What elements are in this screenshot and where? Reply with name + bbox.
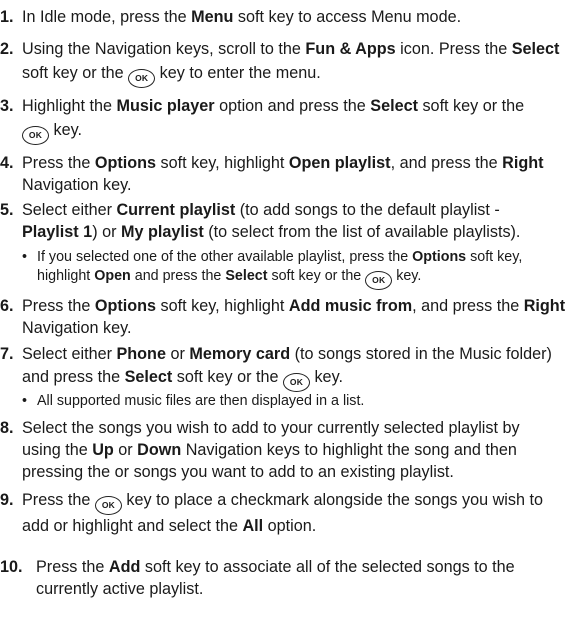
step-text: Press the OK key to place a checkmark al… — [22, 491, 543, 535]
bullet: • — [22, 393, 28, 409]
ok-key-icon: OK — [94, 496, 122, 515]
sub-bullet-text: All supported music files are then displ… — [37, 393, 365, 409]
step-number: 8. — [0, 419, 14, 437]
step-number: 9. — [0, 491, 14, 509]
step-text: Using the Navigation keys, scroll to the… — [22, 38, 582, 88]
step-text: Highlight the Music player option and pr… — [22, 95, 582, 145]
sub-bullet-text: If you selected one of the other availab… — [37, 248, 582, 290]
step-number: 7. — [0, 345, 14, 363]
step-text: Select either Current playlist (to add s… — [22, 201, 521, 241]
step-text: Press the Options soft key, highlight Ad… — [22, 297, 566, 337]
step-number: 2. — [0, 40, 14, 58]
step-number: 4. — [0, 154, 14, 172]
ok-key-icon: OK — [365, 271, 393, 290]
bullet: • — [22, 249, 28, 265]
step-text: Select either Phone or Memory card (to s… — [22, 343, 582, 392]
step-number: 5. — [0, 201, 14, 219]
step-number: 3. — [0, 97, 14, 115]
step-text: Press the Options soft key, highlight Op… — [22, 154, 544, 194]
step-number: 6. — [0, 297, 14, 315]
step-number: 10. — [0, 558, 23, 576]
step-number: 1. — [0, 8, 14, 26]
step-text: Press the Add soft key to associate all … — [36, 558, 515, 598]
ok-key-icon: OK — [282, 373, 310, 392]
ok-key-icon: OK — [22, 126, 49, 145]
step-text: Select the songs you wish to add to your… — [22, 419, 520, 481]
step-text: In Idle mode, press the Menu soft key to… — [22, 8, 462, 26]
ok-key-icon: OK — [128, 69, 156, 88]
